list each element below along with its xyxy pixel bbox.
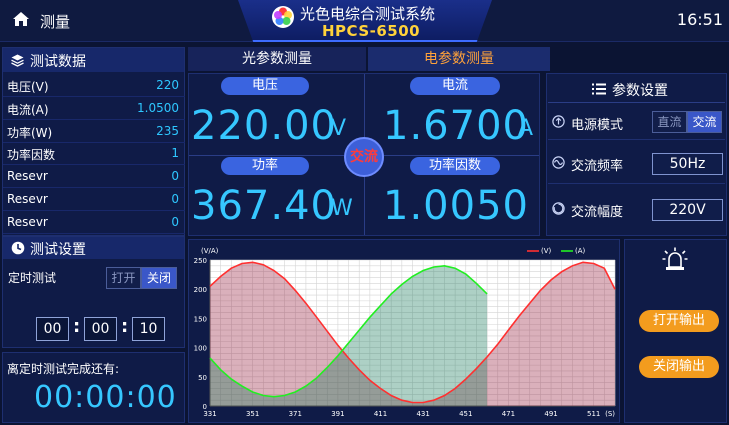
test-data-row-value: 235	[156, 123, 179, 138]
ac-mode-badge: 交流	[344, 137, 384, 177]
test-data-header: 测试数据	[3, 48, 184, 72]
test-data-row: 电流(A) 1.0500	[3, 97, 185, 120]
x-tick-label: 451	[459, 410, 472, 418]
hours-field[interactable]: 00	[36, 317, 69, 341]
page-title: 测量	[40, 13, 71, 31]
frequency-icon	[552, 156, 565, 169]
test-data-row-label: Resevr	[7, 192, 48, 206]
color-wheel-logo	[272, 6, 294, 28]
x-tick-label: 351	[246, 410, 259, 418]
power-value: 367.40	[191, 183, 337, 229]
test-data-row-value: 0	[171, 192, 179, 206]
waveform-chart: 050100150200250331 351 371 391 411 431 451 471 4…	[194, 247, 616, 418]
clock-icon	[11, 241, 25, 255]
timer-off-button[interactable]: 关闭	[141, 267, 177, 289]
current-label: 电流	[410, 77, 500, 95]
power-factor-value: 1.0050	[383, 183, 529, 229]
test-data-row: Resevr 0	[3, 188, 185, 211]
current-unit: A	[518, 116, 534, 141]
time-separator: :	[121, 316, 129, 337]
test-data-row-value: 1.0500	[137, 100, 179, 115]
ac-frequency-field[interactable]: 50Hz	[652, 153, 723, 175]
time-separator: :	[73, 316, 81, 337]
power-label: 功率	[221, 157, 309, 175]
divider	[548, 102, 725, 103]
x-tick-label: 491	[544, 410, 557, 418]
x-tick-label: 411	[374, 410, 387, 418]
test-data-row-value: 0	[171, 214, 179, 229]
power-mode-icon	[552, 115, 565, 128]
minutes-field[interactable]: 00	[84, 317, 117, 341]
test-data-row-value: 0	[171, 169, 179, 184]
clock: 16:51	[676, 10, 723, 29]
ac-amplitude-field[interactable]: 220V	[652, 199, 723, 221]
test-data-row-label: 功率(W)	[7, 125, 53, 140]
legend-label: (V)	[541, 247, 552, 255]
legend-label: (A)	[575, 247, 586, 255]
divider	[548, 183, 725, 184]
test-settings-header: 测试设置	[3, 237, 184, 259]
voltage-label: 电压	[221, 77, 309, 95]
mode-ac-button[interactable]: 交流	[687, 111, 722, 133]
open-output-button[interactable]: 打开输出	[639, 310, 719, 332]
x-tick-label: 391	[331, 410, 344, 418]
app-root: 测量 光色电综合测试系统 HPCS-6500 16:51 测试数据 电压(V) 2…	[0, 0, 729, 425]
home-icon[interactable]	[12, 11, 30, 27]
y-tick-label: 100	[194, 345, 207, 353]
test-data-title: 测试数据	[30, 54, 86, 70]
voltage-value: 220.00	[191, 103, 337, 149]
power-unit: W	[331, 196, 353, 221]
timer-on-button[interactable]: 打开	[106, 267, 141, 289]
x-axis-label: (S)	[605, 410, 615, 418]
remaining-label: 离定时测试完成还有:	[7, 362, 120, 376]
test-data-row-label: 功率因数	[7, 148, 56, 163]
mode-dc-button[interactable]: 直流	[652, 111, 687, 133]
test-data-row: Resevr 0	[3, 211, 185, 234]
ac-amplitude-label: 交流幅度	[571, 205, 624, 220]
current-value: 1.6700	[383, 103, 529, 149]
tab-optical[interactable]: 光参数测量	[188, 47, 366, 71]
x-tick-label: 471	[502, 410, 515, 418]
y-axis-label: (V/A)	[201, 247, 219, 255]
test-data-row-label: 电压(V)	[7, 80, 49, 94]
test-data-row-label: Resevr	[7, 169, 48, 184]
model-name: HPCS-6500	[322, 22, 421, 40]
power-factor-label: 功率因数	[410, 157, 500, 175]
test-data-row-value: 220	[156, 78, 179, 92]
y-tick-label: 200	[194, 286, 207, 294]
y-tick-label: 50	[198, 374, 207, 382]
layers-icon	[11, 54, 24, 67]
test-data-row: 功率因数 1	[3, 142, 185, 166]
params-title: 参数设置	[612, 83, 668, 99]
test-settings-title: 测试设置	[30, 242, 86, 258]
alarm-light-icon	[662, 247, 688, 270]
system-title: 光色电综合测试系统	[300, 5, 436, 23]
amplitude-icon	[552, 202, 565, 215]
ac-frequency-label: 交流频率	[571, 159, 624, 174]
x-tick-label: 431	[416, 410, 429, 418]
test-data-row: Resevr 0	[3, 165, 185, 189]
timer-test-label: 定时测试	[8, 271, 57, 285]
list-icon	[592, 83, 606, 95]
test-data-row-label: 电流(A)	[7, 102, 49, 117]
test-data-row: 电压(V) 220	[3, 74, 185, 97]
test-data-row: 功率(W) 235	[3, 120, 185, 143]
divider	[548, 139, 725, 140]
x-tick-label: 331	[203, 410, 216, 418]
tab-electrical[interactable]: 电参数测量	[368, 47, 550, 71]
seconds-field[interactable]: 10	[132, 317, 165, 341]
voltage-unit: V	[331, 116, 347, 141]
remaining-time: 00:00:00	[34, 380, 177, 415]
y-tick-label: 150	[194, 315, 207, 323]
power-mode-label: 电源模式	[571, 118, 624, 133]
x-tick-label: 511	[587, 410, 600, 418]
close-output-button[interactable]: 关闭输出	[639, 356, 719, 378]
test-data-row-label: Resevr	[7, 214, 48, 229]
test-data-row-value: 1	[171, 146, 179, 161]
y-tick-label: 250	[194, 257, 207, 265]
x-tick-label: 371	[289, 410, 302, 418]
